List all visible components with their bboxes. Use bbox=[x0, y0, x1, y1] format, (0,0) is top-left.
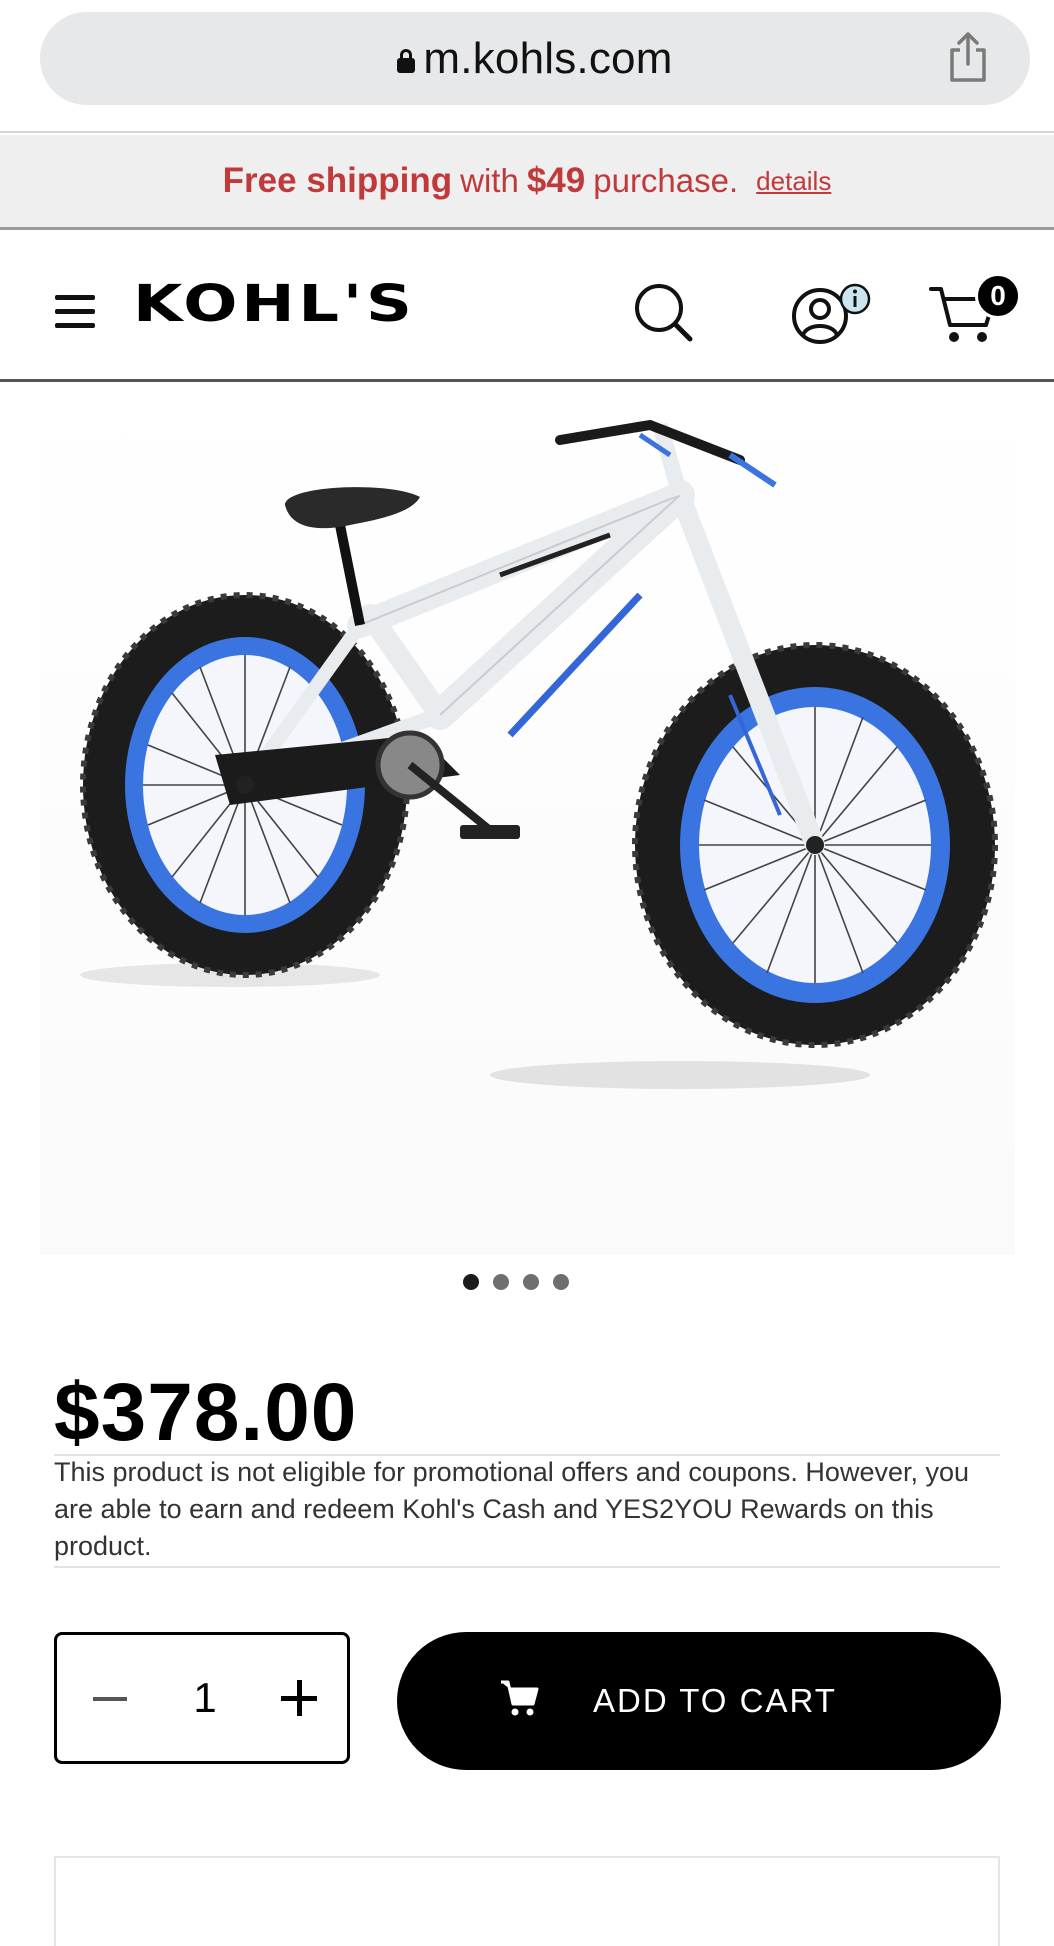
divider-bottom bbox=[54, 1566, 1000, 1568]
product-image[interactable] bbox=[40, 385, 1015, 1255]
quantity-stepper: 1 bbox=[54, 1632, 350, 1764]
kohls-logo[interactable]: KOHL'S bbox=[133, 275, 416, 335]
carousel-dot-4[interactable] bbox=[553, 1274, 569, 1290]
carousel-dot-2[interactable] bbox=[493, 1274, 509, 1290]
free-shipping-banner: Free shipping with $49 purchase. details bbox=[0, 135, 1054, 230]
cart-count-badge: 0 bbox=[975, 273, 1021, 319]
browser-chrome: m.kohls.com bbox=[0, 0, 1054, 133]
url-text: m.kohls.com bbox=[423, 33, 673, 83]
add-to-cart-button[interactable]: ADD TO CART bbox=[397, 1632, 1001, 1770]
promo-ineligible-note: This product is not eligible for promoti… bbox=[54, 1457, 970, 1561]
carousel-dot-1[interactable] bbox=[463, 1274, 479, 1290]
site-header: KOHL'S 0 bbox=[0, 233, 1054, 382]
promo-purchase: purchase. bbox=[593, 162, 739, 199]
product-price: $378.00 bbox=[54, 1367, 358, 1458]
cart-icon bbox=[501, 1680, 539, 1716]
promo-free-shipping: Free shipping bbox=[222, 161, 453, 200]
details-panel bbox=[54, 1856, 1000, 1946]
share-icon[interactable] bbox=[940, 30, 996, 86]
hamburger-menu-icon[interactable] bbox=[55, 295, 95, 329]
search-icon[interactable] bbox=[632, 281, 694, 343]
plus-icon[interactable] bbox=[273, 1673, 323, 1723]
add-to-cart-label: ADD TO CART bbox=[593, 1682, 837, 1719]
quantity-value[interactable]: 1 bbox=[177, 1665, 233, 1731]
lock-icon bbox=[397, 48, 416, 73]
url-display[interactable]: m.kohls.com bbox=[40, 12, 1030, 105]
carousel-dot-3[interactable] bbox=[523, 1274, 539, 1290]
image-carousel-dots bbox=[463, 1274, 569, 1290]
address-bar[interactable]: m.kohls.com bbox=[40, 12, 1030, 105]
bicycle-image bbox=[40, 385, 1015, 1255]
account-icon[interactable] bbox=[790, 283, 874, 345]
promo-details-link[interactable]: details bbox=[756, 166, 831, 197]
minus-icon[interactable] bbox=[83, 1673, 133, 1723]
promo-amount: $49 bbox=[526, 161, 586, 200]
promo-with: with bbox=[460, 162, 519, 199]
